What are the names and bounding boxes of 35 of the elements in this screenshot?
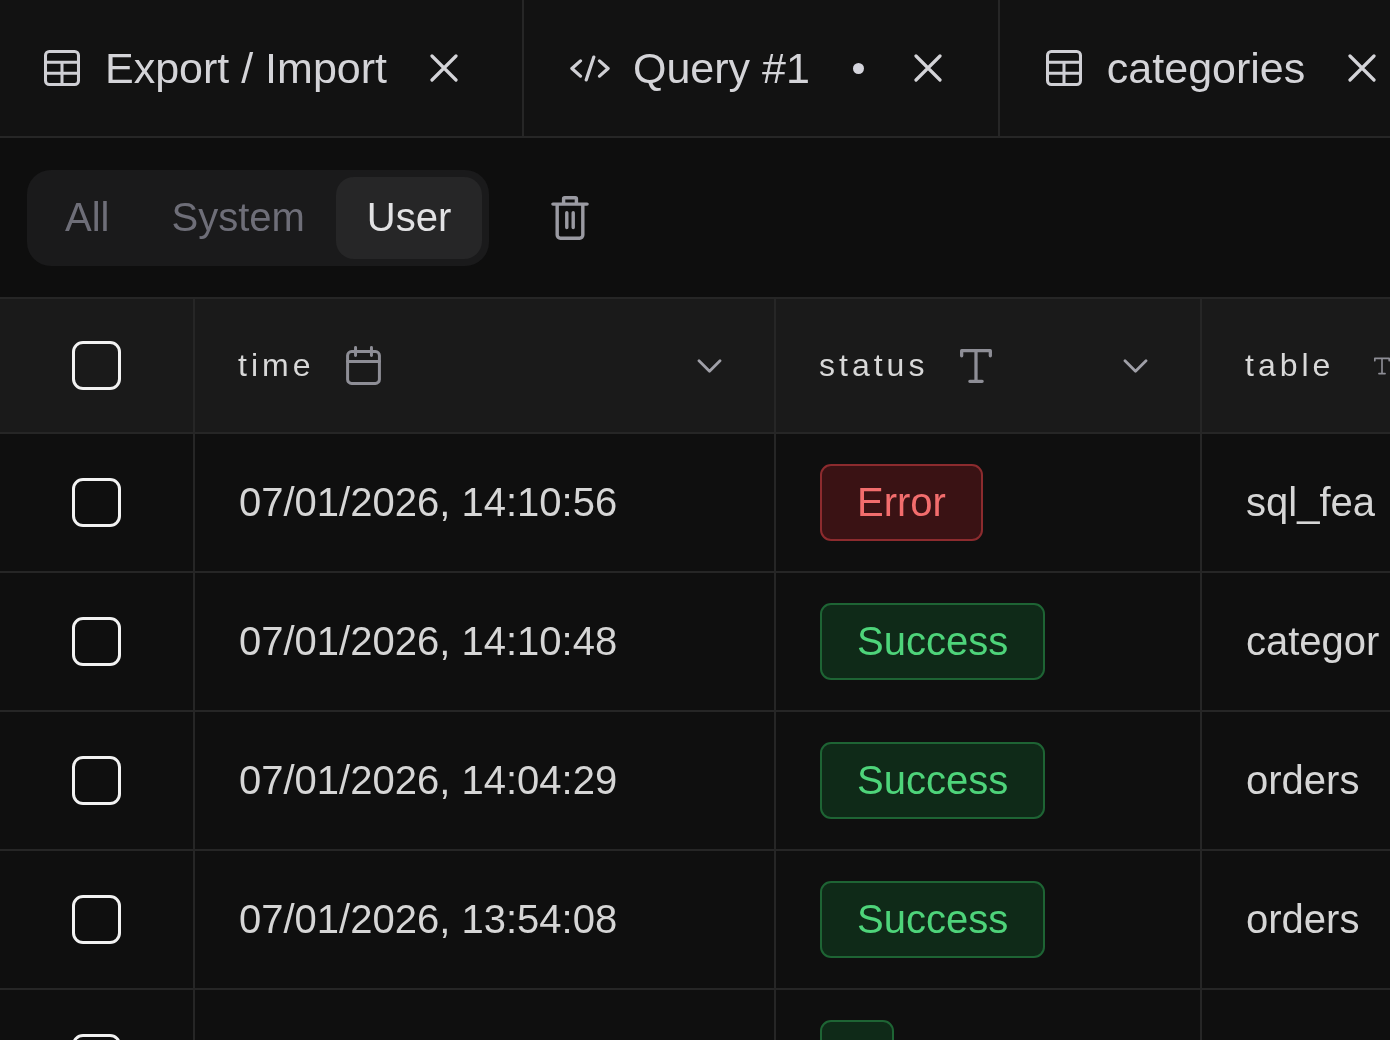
table-name: categor [1246, 619, 1380, 664]
status-badge: Error [820, 464, 983, 541]
table-name: sql_fea [1246, 480, 1375, 525]
time-value: 07/01/2026, 14:04:29 [239, 758, 618, 803]
row-checkbox[interactable] [72, 756, 121, 805]
table-name: orders [1246, 897, 1360, 942]
row-checkbox[interactable] [72, 478, 121, 527]
close-icon[interactable] [430, 54, 458, 82]
status-badge: Success [820, 881, 1046, 958]
filter-option[interactable]: User [335, 176, 483, 259]
row-checkbox[interactable] [72, 895, 121, 944]
table-grid-icon [1045, 50, 1082, 86]
close-icon[interactable] [1348, 54, 1377, 82]
calendar-icon [346, 346, 382, 385]
column-header[interactable]: status [819, 347, 929, 384]
row-checkbox[interactable] [72, 617, 121, 666]
column-header[interactable]: time [238, 347, 315, 384]
status-badge: Success [820, 603, 1046, 680]
editor-tab[interactable]: Query #1 [524, 0, 1000, 136]
editor-tab[interactable]: Export / Import [0, 0, 524, 136]
close-icon[interactable] [913, 54, 942, 82]
status-badge: Success [820, 742, 1046, 819]
text-type-icon [960, 348, 993, 383]
chevron-down-icon[interactable] [1123, 358, 1148, 373]
table-name: orders [1246, 758, 1360, 803]
trash-icon[interactable] [551, 195, 590, 240]
select-all-checkbox[interactable] [72, 341, 121, 390]
chevron-down-icon[interactable] [697, 358, 722, 373]
time-value: 07/01/2026, 13:54:08 [239, 897, 618, 942]
code-icon [570, 54, 610, 82]
table-grid-icon [44, 50, 80, 86]
column-header[interactable]: table [1245, 347, 1335, 384]
time-value: 07/01/2026, 14:10:48 [239, 619, 618, 664]
editor-tab[interactable]: categories [999, 0, 1377, 136]
time-value: 07/01/2026, 14:10:56 [239, 480, 618, 525]
